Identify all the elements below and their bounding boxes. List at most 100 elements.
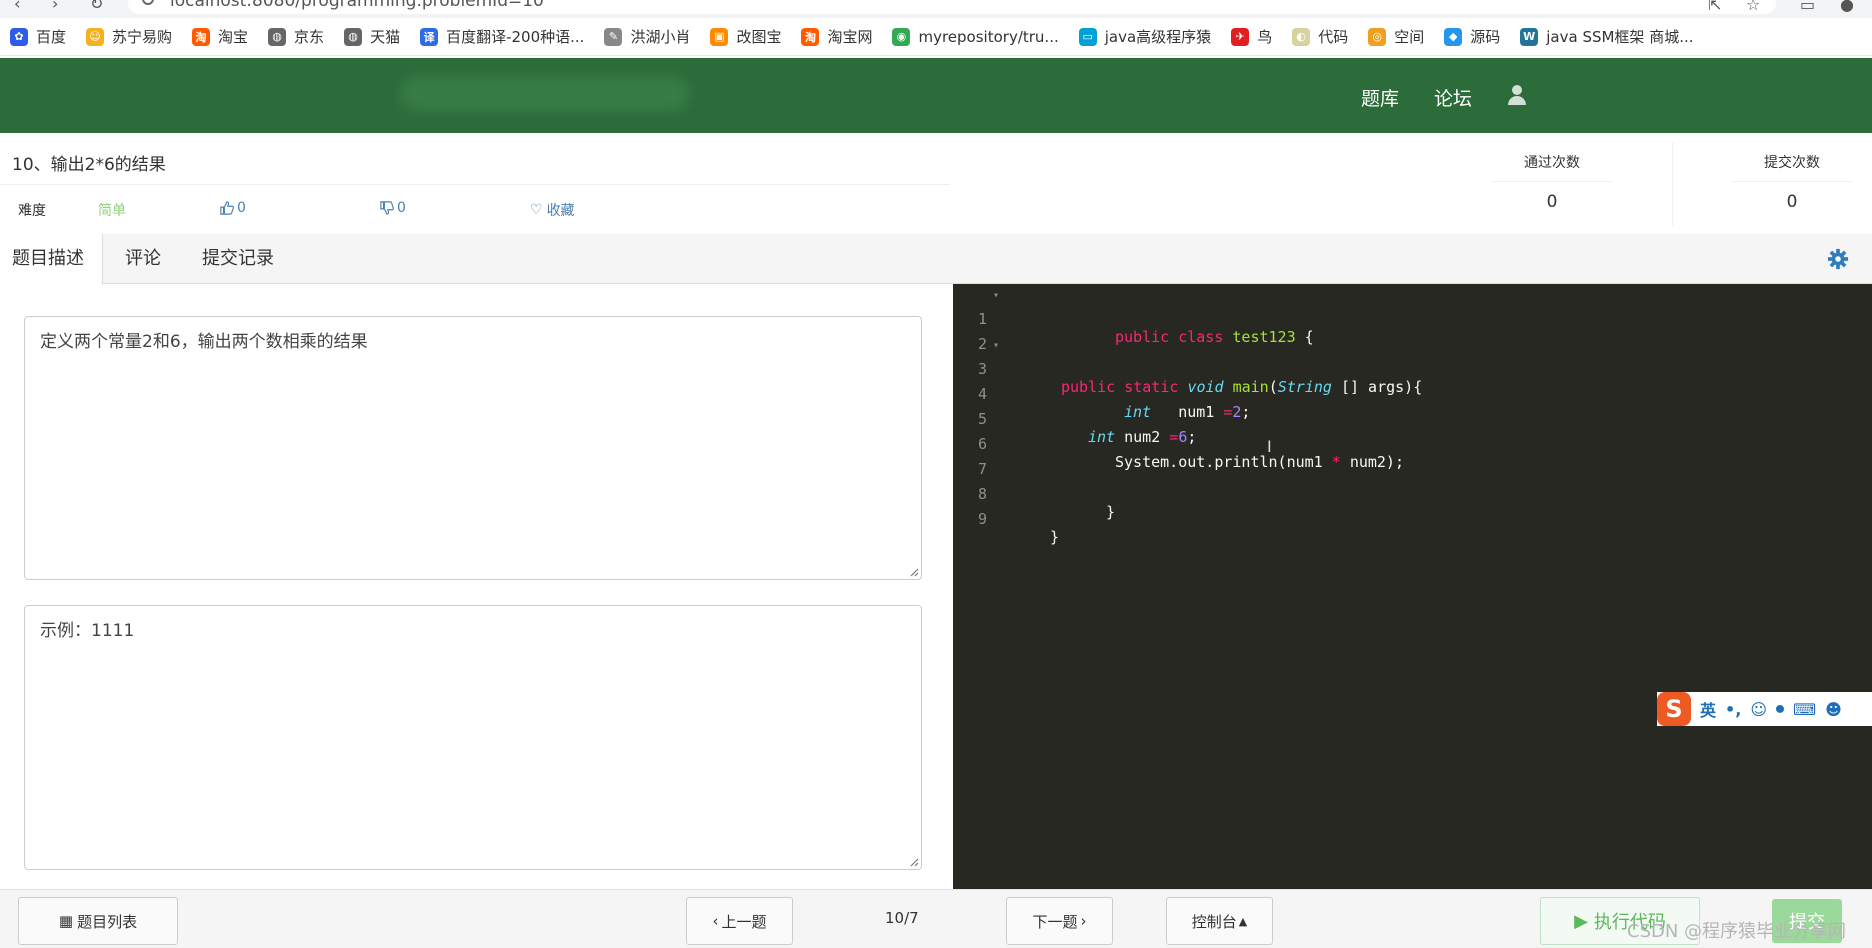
bookmark-icon: ☺: [86, 27, 105, 46]
bookmark-item[interactable]: 淘淘宝: [192, 26, 248, 47]
tabs-bar: 题目描述 评论 提交记录: [0, 234, 1872, 285]
bookmark-item[interactable]: ▭ java高级程序猿: [1078, 26, 1212, 47]
bookmark-label: 天猫: [370, 28, 401, 46]
bookmark-icon: 译: [420, 27, 439, 46]
description-text: 定义两个常量2和6，输出两个数相乘的结果: [40, 332, 368, 352]
code-editor[interactable]: 1 ▾ public class test123 { 2 3 ▾ public st…: [953, 284, 1872, 889]
tab-icon[interactable]: ▭: [1800, 0, 1815, 14]
user-icon[interactable]: ☻: [1825, 700, 1842, 719]
bookmark-label: myrepository/tru...: [918, 27, 1059, 46]
watermark: CSDN @程序猿毕业分享网: [1627, 921, 1847, 942]
site-info-icon[interactable]: [142, 0, 154, 5]
microphone-icon[interactable]: ⏺: [1776, 699, 1784, 719]
bookmark-item[interactable]: ✎ 洪湖小肖: [604, 26, 690, 47]
bookmark-label: 改图宝: [736, 28, 782, 46]
star-icon[interactable]: ☆: [1746, 0, 1760, 14]
pass-count-value: 0: [1546, 192, 1558, 212]
back-icon[interactable]: ‹: [14, 0, 20, 13]
next-problem-button[interactable]: 下一题 ›: [1006, 897, 1113, 945]
dislike-button[interactable]: 0: [380, 200, 406, 216]
user-icon[interactable]: [1508, 85, 1526, 105]
bookmark-icon: ▣: [710, 27, 729, 46]
nav-problems[interactable]: 题库: [1361, 84, 1399, 111]
difficulty-label: 难度: [18, 203, 46, 219]
bookmark-item[interactable]: ▣ 改图宝: [710, 26, 781, 47]
play-icon: ▶: [1574, 910, 1588, 932]
bookmark-label: java高级程序猿: [1104, 28, 1212, 46]
reload-icon[interactable]: ↻: [90, 0, 103, 13]
code-line: 8 }: [977, 485, 1116, 521]
submit-count-label: 提交次数: [1732, 140, 1852, 182]
example-textarea[interactable]: 示例：1111: [24, 605, 922, 870]
problem-list-button[interactable]: ▦ 题目列表: [18, 897, 178, 945]
example-text: 示例：1111: [40, 621, 135, 641]
like-button[interactable]: 0: [220, 200, 246, 216]
prev-problem-button[interactable]: ‹ 上一题: [686, 897, 793, 945]
bookmark-item[interactable]: ◐ 代码: [1292, 26, 1348, 47]
bookmark-item[interactable]: ◍ 天猫: [344, 26, 400, 47]
console-label: 控制台: [1191, 912, 1237, 931]
code-line: 1 ▾ public class test123 {: [977, 290, 1314, 346]
bookmark-label: 百度: [36, 28, 67, 46]
chevron-right-icon: ›: [1080, 912, 1087, 930]
prev-label: 上一题: [721, 912, 767, 931]
nav-forum[interactable]: 论坛: [1434, 84, 1472, 111]
description-textarea[interactable]: 定义两个常量2和6，输出两个数相乘的结果: [24, 316, 922, 580]
bookmark-label: 洪湖小肖: [630, 28, 691, 46]
console-button[interactable]: 控制台 ▲: [1166, 897, 1273, 945]
thumbs-up-icon: [220, 201, 234, 215]
bookmark-icon: ◆: [1444, 27, 1463, 46]
bookmark-icon: ✿: [10, 27, 28, 46]
sogou-logo[interactable]: S: [1657, 692, 1691, 726]
bookmark-item[interactable]: Wjava SSM框架 商城...: [1520, 26, 1694, 47]
gear-icon[interactable]: [1827, 248, 1849, 270]
bookmark-item[interactable]: ☺ 苏宁易购: [86, 26, 172, 47]
site-header: 题库 论坛: [0, 58, 1872, 133]
favorite-button[interactable]: ♡ 收藏: [530, 200, 575, 220]
bookmark-icon: ✎: [604, 27, 623, 46]
code-line: 9 }: [977, 510, 1060, 546]
profile-icon[interactable]: ●: [1840, 0, 1854, 14]
code-line: 7: [977, 460, 987, 478]
bookmark-item[interactable]: ✈ 鸟: [1231, 26, 1272, 47]
chevron-left-icon: ‹: [712, 912, 719, 930]
favorite-label: 收藏: [546, 203, 575, 219]
pass-count-label: 通过次数: [1492, 140, 1612, 182]
resize-handle-icon[interactable]: [909, 857, 919, 867]
bookmark-item[interactable]: ✿ 百度: [10, 26, 66, 47]
bookmark-icon: ◍: [268, 27, 287, 46]
bookmark-icon: ◍: [344, 27, 363, 46]
tab-comments[interactable]: 评论: [113, 234, 173, 285]
bookmark-icon: ✈: [1231, 27, 1250, 46]
bookmark-icon: ▭: [1078, 27, 1097, 46]
bookmark-item[interactable]: ◍ 京东: [268, 26, 324, 47]
heart-icon: ♡: [530, 202, 543, 218]
bookmark-icon: ◉: [892, 27, 911, 46]
punctuation-icon[interactable]: •,: [1725, 700, 1741, 719]
share-icon[interactable]: ⇱: [1708, 0, 1721, 14]
ime-language-toggle[interactable]: 英: [1700, 697, 1716, 721]
bookmark-label: 空间: [1394, 28, 1425, 46]
keyboard-icon[interactable]: ⌨: [1793, 700, 1816, 719]
bookmark-icon: 淘: [192, 27, 211, 46]
tab-description[interactable]: 题目描述: [0, 234, 103, 285]
resize-handle-icon[interactable]: [909, 567, 919, 577]
address-text: localhost:8080/programming.problemId=10: [170, 0, 544, 11]
bookmark-label: 百度翻译-200种语...: [446, 28, 585, 46]
text-cursor-icon: I: [1267, 437, 1272, 456]
forward-icon[interactable]: ›: [52, 0, 58, 13]
tab-submissions[interactable]: 提交记录: [190, 234, 286, 285]
dislike-count: 0: [397, 200, 406, 216]
address-bar[interactable]: localhost:8080/programming.problemId=10: [128, 0, 1776, 14]
bookmark-item[interactable]: ◉ myrepository/tru...: [892, 27, 1059, 46]
bookmark-label: 源码: [1470, 28, 1501, 46]
bookmark-item[interactable]: 译百度翻译-200种语...: [420, 26, 584, 47]
caret-up-icon: ▲: [1238, 914, 1248, 928]
browser-toolbar: ‹ › ↻ localhost:8080/programming.problem…: [0, 0, 1872, 18]
bookmark-item[interactable]: ◆ 源码: [1444, 26, 1500, 47]
emoji-icon[interactable]: ☺: [1750, 700, 1767, 719]
bookmark-item[interactable]: 淘淘宝网: [801, 26, 872, 47]
bookmark-item[interactable]: ◎ 空间: [1368, 26, 1424, 47]
site-logo[interactable]: [400, 76, 690, 112]
bookmarks-bar: ✿ 百度 ☺ 苏宁易购淘淘宝 ◍ 京东 ◍ 天猫译百度翻译-200种语... ✎ 洪湖小肖 ▣ 改图宝…: [0, 18, 1872, 56]
